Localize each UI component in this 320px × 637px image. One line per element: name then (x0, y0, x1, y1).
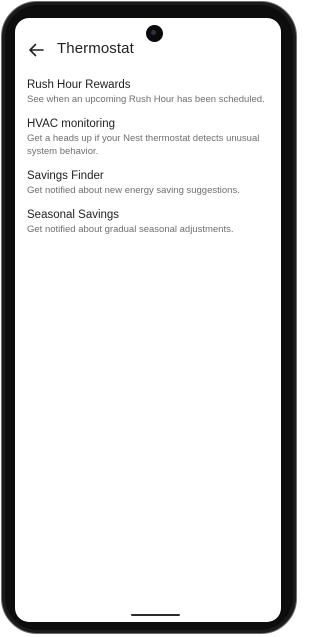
setting-savings-finder[interactable]: Savings Finder Get notified about new en… (27, 169, 277, 197)
setting-title: Rush Hour Rewards (27, 79, 131, 91)
back-button[interactable] (25, 41, 47, 59)
notification-settings-list: Rush Hour Rewards See when an upcoming R… (27, 78, 277, 247)
page-title: Thermostat (57, 40, 134, 57)
screen: Thermostat Rush Hour Rewards See when an… (15, 18, 281, 622)
setting-title: Seasonal Savings (27, 209, 120, 221)
more-options-button[interactable] (279, 42, 281, 60)
setting-rush-hour-rewards[interactable]: Rush Hour Rewards See when an upcoming R… (27, 78, 277, 106)
setting-description: Get a heads up if your Nest thermostat d… (27, 133, 260, 157)
home-gesture-bar[interactable] (131, 614, 180, 616)
more-vert-icon (279, 42, 281, 60)
setting-title: HVAC monitoring (27, 118, 115, 130)
setting-description: Get notified about new energy saving sug… (27, 185, 240, 196)
setting-title: Savings Finder (27, 170, 104, 182)
setting-description: Get notified about gradual seasonal adju… (27, 224, 234, 235)
arrow-left-icon (29, 43, 44, 57)
setting-description: See when an upcoming Rush Hour has been … (27, 94, 265, 105)
front-camera (146, 25, 163, 42)
setting-hvac-monitoring[interactable]: HVAC monitoring Get a heads up if your N… (27, 117, 277, 158)
setting-seasonal-savings[interactable]: Seasonal Savings Get notified about grad… (27, 208, 277, 236)
